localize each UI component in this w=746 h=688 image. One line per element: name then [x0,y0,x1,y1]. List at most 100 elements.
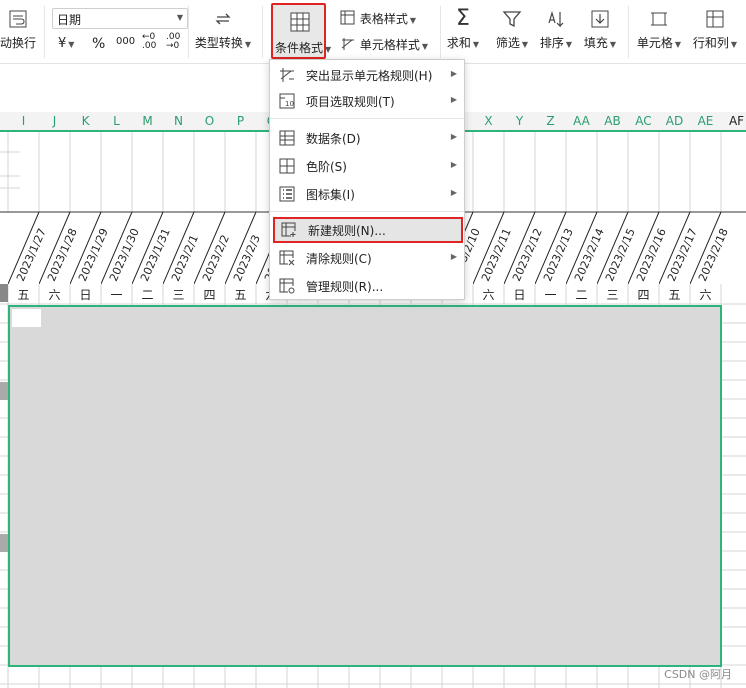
icon-sets-icon [278,185,296,203]
column-header-m[interactable]: M [132,112,163,130]
menu-item-clear-rules[interactable]: 清除规则(C) ▶ [273,245,463,271]
menu-item-label: 图标集(I) [306,187,355,202]
column-header-i[interactable]: I [8,112,39,130]
cell-icon [646,6,672,32]
submenu-arrow-icon: ▶ [450,188,457,197]
ribbon-separator [44,6,45,58]
new-rule-icon [280,221,298,239]
weekday-cell[interactable]: 五 [659,286,690,303]
cell-button[interactable]: 单元格 ▼ [636,6,682,51]
sort-label: 排序 ▼ [539,36,573,50]
column-header-p[interactable]: P [225,112,256,130]
top-bottom-rules-icon: 10 [278,92,296,110]
weekday-cell[interactable]: 三 [163,286,194,303]
menu-item-highlight-cell-rules[interactable]: 突出显示单元格规则(H) ▶ [273,62,463,88]
weekday-cell[interactable]: 四 [194,286,225,303]
submenu-arrow-icon: ▶ [450,132,457,141]
cell-style-button[interactable]: 单元格样式 ▼ [340,36,428,53]
weekday-cell[interactable]: 一 [101,286,132,303]
ribbon-separator [440,6,441,58]
chevron-down-icon: ▼ [176,13,183,22]
table-style-button[interactable]: 表格样式 ▼ [340,10,416,27]
filter-funnel-icon [499,6,525,32]
type-convert-button[interactable]: 类型转换 ▼ [192,6,254,51]
column-header-z[interactable]: Z [535,112,566,130]
menu-item-data-bars[interactable]: 数据条(D) ▶ [273,125,463,151]
active-cell[interactable] [12,309,41,327]
conditional-format-menu: 突出显示单元格规则(H) ▶ 10 项目选取规则(T) ▶ 数据条(D) ▶ 色… [269,59,465,300]
number-format-select[interactable]: 日期 ▼ [52,8,188,29]
row-header-marker[interactable] [0,534,8,552]
column-header-ac[interactable]: AC [628,112,659,130]
sigma-icon: Σ [456,6,470,31]
ribbon-toolbar: 动换行 日期 ▼ ¥ ▼ % 000 ←0.00 .00 →0 类型转换 ▼ 条件格式… [0,0,746,64]
cell-label: 单元格 ▼ [636,36,682,50]
weekday-cell[interactable]: 四 [628,286,659,303]
submenu-arrow-icon: ▶ [450,252,457,261]
rows-columns-button[interactable]: 行和列 ▼ [690,6,740,51]
menu-item-new-rule[interactable]: 新建规则(N)... [273,217,463,243]
weekday-cell[interactable]: 三 [597,286,628,303]
sort-az-icon [543,6,569,32]
filter-label: 筛选 ▼ [495,36,529,50]
column-header-o[interactable]: O [194,112,225,130]
column-header-k[interactable]: K [70,112,101,130]
thousands-separator-button[interactable]: 000 [116,36,135,47]
column-header-aa[interactable]: AA [566,112,597,130]
cell-style-icon [341,38,354,50]
menu-item-label: 突出显示单元格规则(H) [306,68,433,83]
svg-text:10: 10 [285,100,294,108]
submenu-arrow-icon: ▶ [450,69,457,78]
column-header-n[interactable]: N [163,112,194,130]
fill-label: 填充 ▼ [583,36,617,50]
wrap-text-label: 动换行 [0,36,36,50]
column-header-j[interactable]: J [39,112,70,130]
weekday-cell[interactable]: 五 [225,286,256,303]
table-style-icon [340,10,355,25]
conditional-format-button[interactable]: 条件格式 ▼ [271,3,331,59]
sort-button[interactable]: 排序 ▼ [536,6,576,51]
fill-button[interactable]: 填充 ▼ [580,6,620,51]
color-scales-icon [278,157,296,175]
column-header-af[interactable]: AF [721,112,746,130]
weekday-cell[interactable]: 二 [566,286,597,303]
filter-button[interactable]: 筛选 ▼ [492,6,532,51]
menu-item-label: 项目选取规则(T) [306,94,395,109]
weekday-cell[interactable]: 二 [132,286,163,303]
weekday-cell[interactable]: 五 [8,286,39,303]
currency-format-button[interactable]: ¥ ▼ [58,36,74,51]
wrap-text-button[interactable]: 动换行 [0,6,40,51]
column-header-y[interactable]: Y [504,112,535,130]
menu-item-label: 数据条(D) [306,131,361,146]
weekday-cell[interactable]: 日 [70,286,101,303]
increase-decimal-button[interactable]: ←0.00 [142,33,156,51]
percent-format-button[interactable]: % [92,36,105,52]
watermark-text: CSDN @阿月 [664,668,732,681]
column-header-x[interactable]: X [473,112,504,130]
selected-range[interactable] [8,305,722,667]
wrap-text-icon [5,6,31,32]
conditional-format-icon [289,11,311,36]
menu-item-manage-rules[interactable]: 管理规则(R)... [273,273,463,299]
weekday-cell[interactable]: 六 [690,286,721,303]
menu-item-color-scales[interactable]: 色阶(S) ▶ [273,153,463,179]
weekday-cell[interactable]: 日 [504,286,535,303]
sum-button[interactable]: Σ 求和 ▼ [446,6,480,51]
column-header-ad[interactable]: AD [659,112,690,130]
menu-item-icon-sets[interactable]: 图标集(I) ▶ [273,181,463,207]
conditional-format-label: 条件格式 ▼ [275,41,332,55]
menu-item-label: 新建规则(N)... [308,223,386,238]
weekday-cell[interactable]: 六 [39,286,70,303]
column-header-ab[interactable]: AB [597,112,628,130]
weekday-cell[interactable]: 六 [473,286,504,303]
type-convert-label: 类型转换 ▼ [194,36,252,50]
column-header-ae[interactable]: AE [690,112,721,130]
menu-item-top-bottom-rules[interactable]: 10 项目选取规则(T) ▶ [273,88,463,114]
menu-item-label: 管理规则(R)... [306,279,384,294]
column-header-l[interactable]: L [101,112,132,130]
decrease-decimal-button[interactable]: .00 →0 [166,33,180,51]
row-header-marker[interactable] [0,382,8,400]
row-header-marker[interactable] [0,284,8,302]
manage-rules-icon [278,277,296,295]
weekday-cell[interactable]: 一 [535,286,566,303]
